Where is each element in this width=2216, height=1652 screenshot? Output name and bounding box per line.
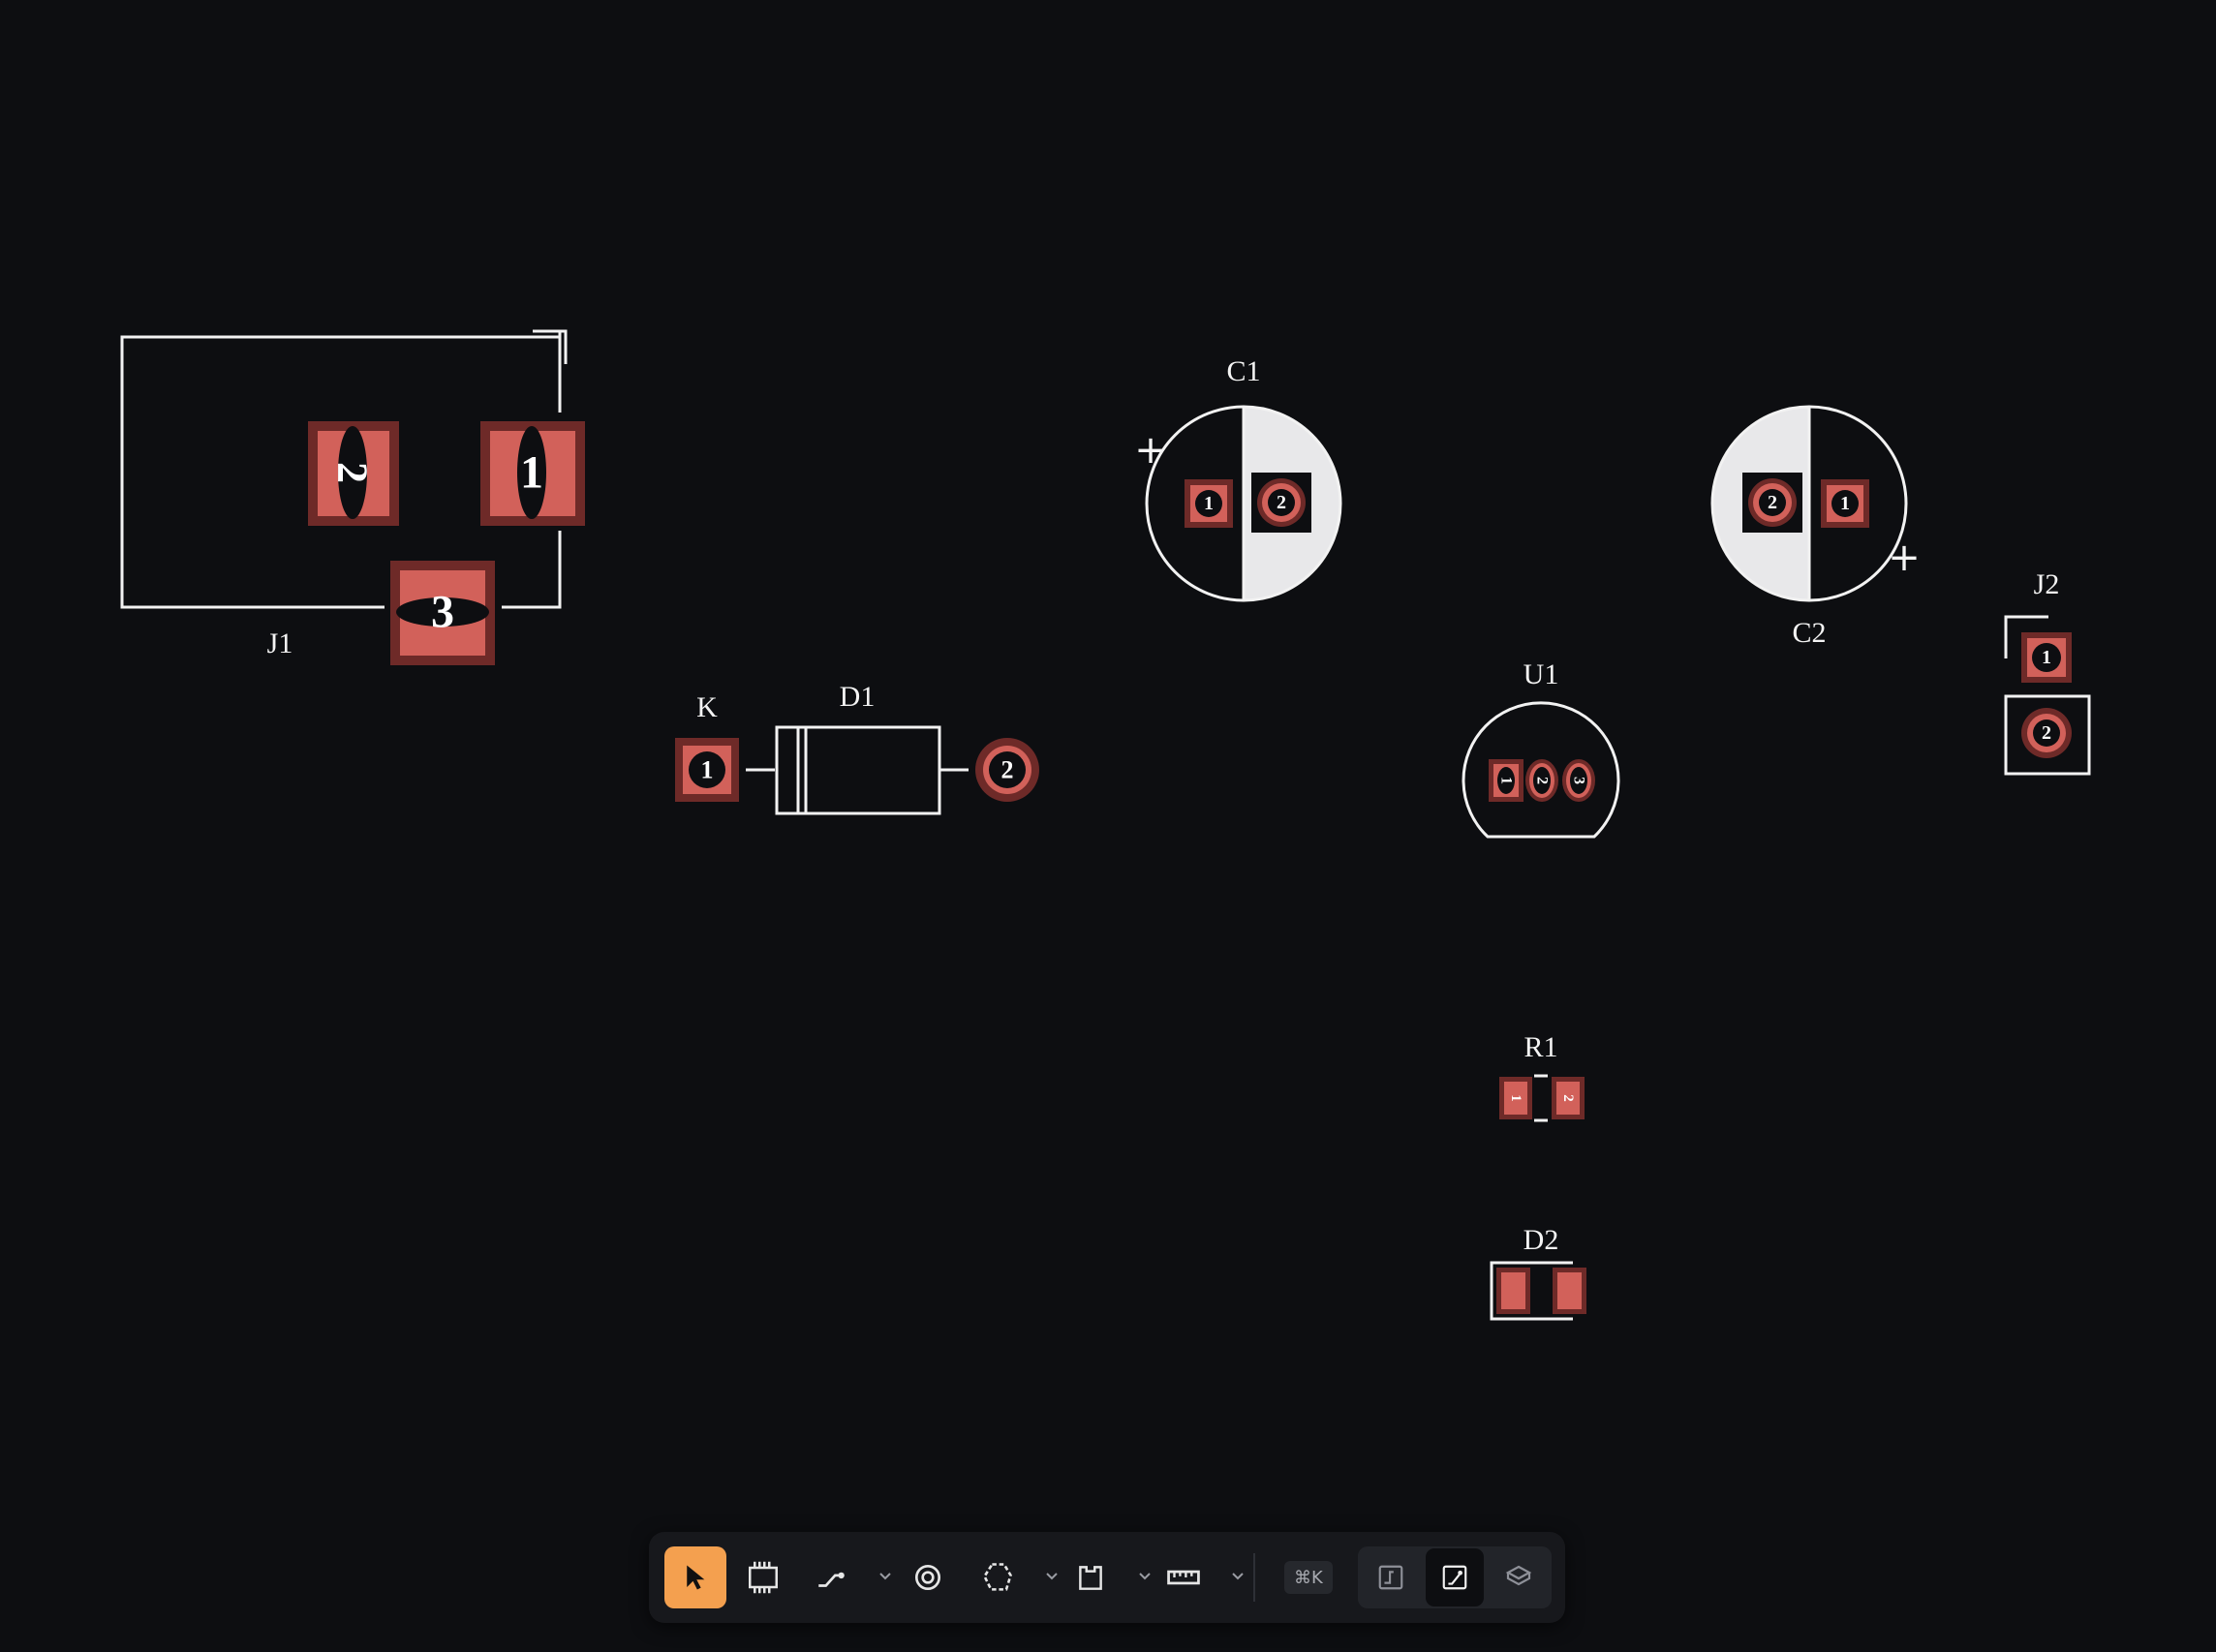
d1-pin-1-label: 1 bbox=[701, 756, 714, 784]
u1-pin-3-label: 3 bbox=[1571, 777, 1587, 784]
footprint-d1[interactable]: K D1 1 2 bbox=[675, 681, 1039, 815]
u1-pin-2-label: 2 bbox=[1534, 777, 1551, 784]
trace-dropdown-chevron[interactable] bbox=[876, 1565, 895, 1588]
j1-pin-1-label: 1 bbox=[520, 447, 543, 499]
c1-polarity-mark: + bbox=[1134, 428, 1167, 473]
footprint-u1[interactable]: U1 1 2 3 bbox=[1462, 658, 1620, 839]
j1-pad-2[interactable]: 2 bbox=[308, 421, 399, 526]
chevron-down-icon bbox=[1139, 1573, 1151, 1580]
command-palette-shortcut[interactable]: ⌘K bbox=[1284, 1561, 1333, 1594]
j1-ref: J1 bbox=[267, 627, 293, 659]
c1-pad-2[interactable]: 2 bbox=[1251, 473, 1311, 533]
3d-view-button[interactable] bbox=[1490, 1548, 1548, 1606]
cursor-icon bbox=[687, 1565, 705, 1590]
chip-icon bbox=[749, 1561, 778, 1594]
u1-pad-2[interactable]: 2 bbox=[1525, 759, 1558, 802]
pcb-view-button[interactable] bbox=[1426, 1548, 1484, 1606]
pcb-canvas[interactable]: 2 1 3 J1 K D1 1 2 C1 + 1 2 + 2 1 C2 J2 1… bbox=[0, 0, 2216, 1652]
d1-body bbox=[775, 725, 941, 815]
c2-pad-2[interactable]: 2 bbox=[1742, 473, 1802, 533]
board-dropdown-chevron[interactable] bbox=[1135, 1565, 1154, 1588]
d1-ref: D1 bbox=[840, 681, 876, 713]
chevron-down-icon bbox=[1046, 1573, 1058, 1580]
d2-pad-2[interactable] bbox=[1553, 1268, 1586, 1314]
schematic-view-button[interactable] bbox=[1362, 1548, 1420, 1606]
c2-pad-1[interactable]: 1 bbox=[1821, 479, 1869, 528]
footprint-tool-button[interactable] bbox=[732, 1546, 794, 1608]
measure-tool-button[interactable] bbox=[1153, 1546, 1215, 1608]
chevron-down-icon bbox=[879, 1573, 891, 1580]
view-mode-switcher bbox=[1358, 1546, 1552, 1608]
toolbar-divider bbox=[1253, 1553, 1255, 1602]
polygon-tool-button[interactable] bbox=[967, 1546, 1029, 1608]
j2-pad-2[interactable]: 2 bbox=[2021, 708, 2072, 758]
u1-pin-1-label: 1 bbox=[1498, 777, 1515, 784]
c2-pin-1-label: 1 bbox=[1840, 493, 1850, 514]
r1-ref: R1 bbox=[1524, 1031, 1557, 1063]
via-icon bbox=[914, 1564, 941, 1591]
c2-pin-2-label: 2 bbox=[1768, 492, 1777, 513]
footprint-r1[interactable]: R1 1 2 bbox=[1499, 1031, 1585, 1122]
j1-pad-1[interactable]: 1 bbox=[480, 421, 585, 526]
d1-cathode-label: K bbox=[696, 691, 718, 723]
j2-pin-1-label: 1 bbox=[2042, 647, 2051, 668]
c1-ref: C1 bbox=[1226, 355, 1260, 387]
r1-pin-2-label: 2 bbox=[1560, 1094, 1576, 1102]
c2-ref: C2 bbox=[1792, 617, 1826, 649]
route-icon bbox=[818, 1572, 845, 1587]
r1-pad-2[interactable]: 2 bbox=[1552, 1077, 1585, 1119]
footprint-c2[interactable]: + 2 1 C2 bbox=[1710, 405, 1921, 649]
j1-pin-2-label: 2 bbox=[329, 462, 377, 483]
j1-outline-br bbox=[502, 531, 562, 609]
footprint-j1[interactable]: 2 1 3 J1 bbox=[120, 329, 585, 665]
via-tool-button[interactable] bbox=[897, 1546, 959, 1608]
polygon-icon bbox=[983, 1563, 1012, 1591]
ruler-icon bbox=[1167, 1570, 1200, 1585]
measure-dropdown-chevron[interactable] bbox=[1228, 1565, 1247, 1588]
d1-pad-2[interactable]: 2 bbox=[975, 738, 1039, 802]
c1-pin-2-label: 2 bbox=[1277, 492, 1286, 513]
c1-pad-1[interactable]: 1 bbox=[1185, 479, 1233, 528]
d1-pad-1[interactable]: 1 bbox=[675, 738, 739, 802]
c1-pin-1-label: 1 bbox=[1204, 493, 1214, 514]
r1-pad-1[interactable]: 1 bbox=[1499, 1077, 1532, 1119]
j2-ref: J2 bbox=[2034, 568, 2060, 600]
bottom-toolbar: ⌘K bbox=[649, 1532, 1565, 1623]
select-tool-button[interactable] bbox=[664, 1546, 726, 1608]
r1-pin-1-label: 1 bbox=[1508, 1094, 1524, 1102]
board-outline-tool-button[interactable] bbox=[1060, 1546, 1122, 1608]
chevron-down-icon bbox=[1232, 1573, 1244, 1580]
footprint-c1[interactable]: C1 + 1 2 bbox=[1134, 355, 1342, 602]
footprint-j2[interactable]: J2 1 2 bbox=[2004, 568, 2091, 776]
trace-tool-button[interactable] bbox=[800, 1546, 862, 1608]
footprint-d2[interactable]: D2 bbox=[1490, 1224, 1586, 1321]
j2-pin-2-label: 2 bbox=[2042, 722, 2051, 744]
d2-ref: D2 bbox=[1524, 1224, 1559, 1256]
schematic-icon bbox=[1378, 1565, 1403, 1590]
board-outline-icon bbox=[1079, 1566, 1102, 1590]
pcb-icon bbox=[1442, 1565, 1467, 1590]
d1-pin-2-label: 2 bbox=[1001, 756, 1014, 784]
c2-polarity-mark: + bbox=[1888, 535, 1921, 580]
cube-icon bbox=[1505, 1565, 1532, 1586]
j1-pin-3-label: 3 bbox=[431, 587, 454, 638]
d2-pad-1[interactable] bbox=[1496, 1268, 1530, 1314]
u1-ref: U1 bbox=[1524, 658, 1559, 690]
j2-pad-1[interactable]: 1 bbox=[2021, 632, 2072, 683]
polygon-dropdown-chevron[interactable] bbox=[1042, 1565, 1062, 1588]
j1-pad-3[interactable]: 3 bbox=[390, 561, 495, 665]
u1-pad-3[interactable]: 3 bbox=[1562, 759, 1595, 802]
u1-pad-1[interactable]: 1 bbox=[1489, 759, 1524, 802]
